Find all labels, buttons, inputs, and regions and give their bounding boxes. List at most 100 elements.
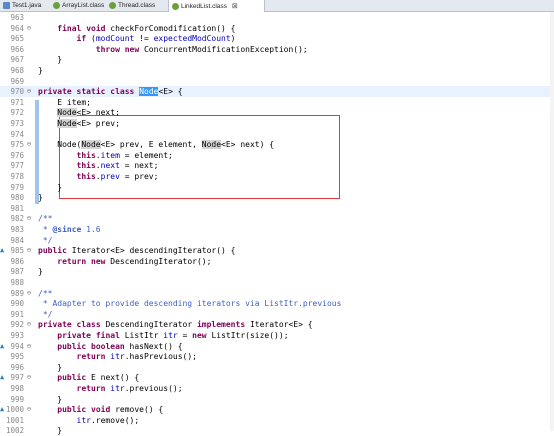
fold-toggle-icon[interactable]: ⊖ bbox=[25, 245, 33, 256]
line-number: 970 bbox=[10, 87, 24, 97]
code-text: * @since 1.6 bbox=[38, 225, 101, 234]
code-line[interactable]: 973 Node<E> prev; bbox=[0, 118, 554, 129]
code-line[interactable]: 977 this.next = next; bbox=[0, 160, 554, 171]
line-number: 978 bbox=[10, 172, 24, 181]
code-line[interactable]: 964 ⊖ final void checkForComodification()… bbox=[0, 23, 554, 34]
code-line[interactable]: 989 ⊖ /** bbox=[0, 288, 554, 299]
line-number: 968 bbox=[10, 66, 24, 75]
code-line[interactable]: 984 */ bbox=[0, 235, 554, 246]
code-text: return new DescendingIterator(); bbox=[57, 256, 212, 266]
line-number: 999 bbox=[10, 394, 24, 404]
code-line[interactable]: 996 } bbox=[0, 362, 554, 373]
line-number: 974 bbox=[10, 129, 24, 139]
fold-toggle-icon[interactable]: ⊖ bbox=[25, 23, 33, 34]
code-line[interactable]: 971 E item; bbox=[0, 97, 554, 108]
code-line[interactable]: 993 private final ListItr itr = new List… bbox=[0, 330, 554, 341]
tab-arraylist-class[interactable]: ArrayList.class bbox=[50, 0, 109, 11]
code-text: } bbox=[38, 193, 43, 203]
code-line[interactable]: 966 throw new ConcurrentModificationExce… bbox=[0, 44, 554, 55]
line-number: 982 bbox=[10, 214, 24, 224]
line-number: 987 bbox=[10, 267, 24, 277]
close-tab-icon[interactable]: ⊠ bbox=[232, 2, 238, 10]
code-editor[interactable]: 963 964 ⊖ final void checkForComodificatio… bbox=[0, 12, 554, 435]
line-number: 980 bbox=[10, 193, 24, 203]
code-text: /** bbox=[38, 288, 53, 298]
code-line[interactable]: 986 return new DescendingIterator(); bbox=[0, 256, 554, 267]
code-text: Node(Node<E> prev, E element, Node<E> ne… bbox=[38, 140, 275, 150]
class-file-icon bbox=[109, 2, 116, 9]
code-text: */ bbox=[38, 235, 53, 245]
code-line[interactable]: 978 this.prev = prev; bbox=[0, 171, 554, 182]
override-marker-icon[interactable]: ▲ bbox=[0, 372, 4, 383]
fold-toggle-icon[interactable]: ⊖ bbox=[25, 139, 33, 150]
code-line[interactable]: 968} bbox=[0, 65, 554, 76]
code-line[interactable]: 997 ▲ ⊖ public E next() { bbox=[0, 372, 554, 383]
code-line[interactable]: 983 * @since 1.6 bbox=[0, 224, 554, 235]
code-line[interactable]: 965 if (modCount != expectedModCount) bbox=[0, 33, 554, 44]
tab-test1-java[interactable]: Test1.java bbox=[0, 0, 53, 11]
code-line[interactable]: 963 bbox=[0, 12, 554, 23]
line-number: 967 bbox=[10, 55, 24, 65]
code-line[interactable]: 969 bbox=[0, 76, 554, 87]
line-number: 990 bbox=[10, 299, 24, 309]
fold-toggle-icon[interactable]: ⊖ bbox=[25, 372, 33, 383]
fold-toggle-icon[interactable]: ⊖ bbox=[25, 341, 33, 352]
code-text: } bbox=[38, 362, 63, 372]
code-line[interactable]: 1000 ▲ ⊖ public void remove() { bbox=[0, 404, 554, 415]
code-text: private final ListItr itr = new ListItr(… bbox=[57, 331, 289, 340]
line-number: 975 bbox=[10, 140, 24, 150]
code-line[interactable]: 990 * Adapter to provide descending iter… bbox=[0, 298, 554, 309]
code-line[interactable]: 992 ⊖ private class DescendingIterator imp… bbox=[0, 319, 554, 330]
tab-thread-class[interactable]: Thread.class bbox=[106, 0, 171, 11]
line-number: 981 bbox=[10, 203, 24, 213]
code-line[interactable]: 972 Node<E> next; bbox=[0, 107, 554, 118]
fold-toggle-icon[interactable]: ⊖ bbox=[25, 86, 33, 97]
code-line[interactable]: 980} bbox=[0, 192, 554, 203]
code-text: final void checkForComodification() { bbox=[57, 23, 236, 33]
java-file-icon bbox=[3, 2, 10, 9]
code-text: public void remove() { bbox=[57, 405, 164, 415]
code-line[interactable]: 979 } bbox=[0, 182, 554, 193]
code-line[interactable]: 974 bbox=[0, 129, 554, 140]
code-text: public Iterator<E> descendingIterator() … bbox=[38, 246, 236, 256]
code-text: E item; bbox=[38, 97, 91, 107]
code-line[interactable]: 988 bbox=[0, 277, 554, 288]
code-text: itr.remove(); bbox=[76, 415, 140, 425]
code-line[interactable]: 976 this.item = element; bbox=[0, 150, 554, 161]
fold-toggle-icon[interactable]: ⊖ bbox=[25, 213, 33, 224]
line-number: 971 bbox=[10, 97, 24, 107]
code-text: /** bbox=[38, 214, 53, 224]
tab-label: LinkedList.class bbox=[181, 2, 227, 10]
override-marker-icon[interactable]: ▲ bbox=[0, 341, 4, 352]
code-line[interactable]: 999 } bbox=[0, 394, 554, 405]
line-number: 1001 bbox=[5, 415, 24, 425]
code-text: this.item = element; bbox=[76, 150, 173, 160]
fold-toggle-icon[interactable]: ⊖ bbox=[25, 404, 33, 415]
overview-ruler[interactable] bbox=[550, 12, 554, 431]
code-text: Node<E> next; bbox=[57, 108, 120, 118]
code-text: public boolean hasNext() { bbox=[57, 341, 183, 351]
override-marker-icon[interactable]: ▲ bbox=[0, 404, 4, 415]
code-line[interactable]: 994 ▲ ⊖ public boolean hasNext() { bbox=[0, 341, 554, 352]
tab-label: Test1.java bbox=[12, 2, 42, 9]
code-line[interactable]: 967 } bbox=[0, 54, 554, 65]
line-number: 972 bbox=[10, 108, 24, 118]
fold-toggle-icon[interactable]: ⊖ bbox=[25, 319, 33, 330]
line-number: 965 bbox=[10, 34, 24, 44]
code-line[interactable]: 981 bbox=[0, 203, 554, 214]
code-line[interactable]: 995 return itr.hasPrevious(); bbox=[0, 351, 554, 362]
code-text: } bbox=[38, 55, 63, 65]
line-number: 986 bbox=[10, 256, 24, 266]
code-line[interactable]: 998 return itr.previous(); bbox=[0, 383, 554, 394]
code-line[interactable]: 982 ⊖ /** bbox=[0, 213, 554, 224]
code-line[interactable]: 975 ⊖ Node(Node<E> prev, E element, Node<… bbox=[0, 139, 554, 150]
code-text: } bbox=[38, 394, 63, 404]
override-marker-icon[interactable]: ▲ bbox=[0, 245, 4, 256]
code-line[interactable]: 985 ▲ ⊖ public Iterator<E> descendingIterat… bbox=[0, 245, 554, 256]
code-line[interactable]: 970 ⊖ private static class Node<E> { bbox=[0, 86, 554, 98]
code-line[interactable]: 987} bbox=[0, 266, 554, 277]
code-line[interactable]: 1001 itr.remove(); bbox=[0, 415, 554, 426]
code-line[interactable]: 991 */ bbox=[0, 309, 554, 320]
tab-linkedlist-class[interactable]: LinkedList.class ⊠ bbox=[168, 0, 265, 12]
fold-toggle-icon[interactable]: ⊖ bbox=[25, 288, 33, 299]
